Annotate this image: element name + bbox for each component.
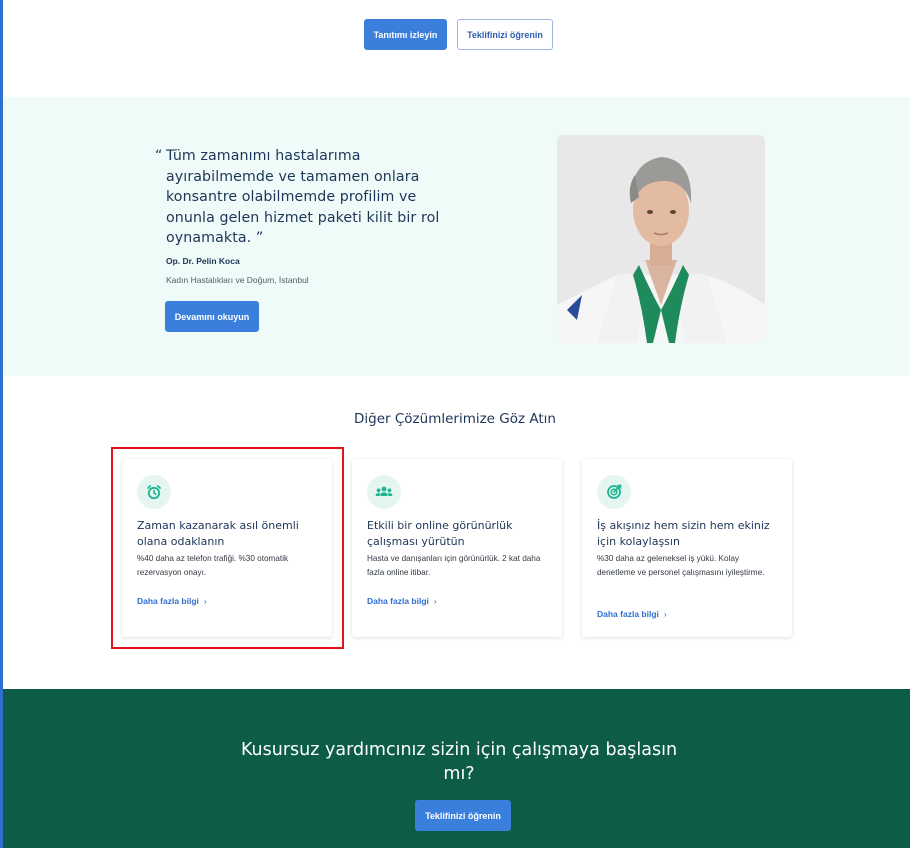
solution-card-description: %30 daha az geleneksel iş yükü. Kolay de… [597, 554, 765, 578]
cta-title: Kusursuz yardımcınız sizin için çalışmay… [240, 740, 678, 784]
page-left-border [0, 0, 3, 848]
author-title: Kadın Hastalıkları ve Doğum, İstanbul [166, 275, 309, 285]
learn-more-label: Daha fazla bilgi [137, 596, 199, 606]
target-arrow-icon [597, 475, 631, 509]
learn-more-link-visibility[interactable]: Daha fazla bilgi › [367, 596, 437, 606]
chevron-right-icon: › [203, 596, 207, 606]
people-group-icon [367, 475, 401, 509]
author-name: Op. Dr. Pelin Koca [166, 256, 240, 266]
solution-card-description: Hasta ve danışanları için görünürlük. 2 … [367, 554, 541, 578]
chevron-right-icon: › [663, 609, 667, 619]
cta-section: Kusursuz yardımcınız sizin için çalışmay… [0, 689, 910, 848]
doctor-portrait-illustration [557, 135, 765, 343]
learn-more-label: Daha fazla bilgi [367, 596, 429, 606]
quote-body: Tüm zamanımı hastalarıma ayırabilmemde v… [166, 148, 440, 246]
read-more-button[interactable]: Devamını okuyun [165, 301, 259, 332]
solution-card-time: Zaman kazanarak asıl önemli olana odakla… [122, 459, 332, 637]
testimonial-section: “ Tüm zamanımı hastalarıma ayırabilmemde… [0, 97, 910, 376]
learn-more-link-time[interactable]: Daha fazla bilgi › [137, 596, 207, 606]
solution-card-title: Etkili bir online görünürlük çalışması y… [367, 519, 513, 548]
solution-card-description: %40 daha az telefon trafiği. %30 otomati… [137, 554, 289, 578]
solution-card-workflow: İş akışınız hem sizin hem ekiniz için ko… [582, 459, 792, 637]
learn-offer-button[interactable]: Teklifinizi öğrenin [457, 19, 553, 50]
doctor-portrait [557, 135, 765, 343]
solution-card-title: Zaman kazanarak asıl önemli olana odakla… [137, 519, 299, 548]
cta-learn-offer-button[interactable]: Teklifinizi öğrenin [415, 800, 511, 831]
testimonial-quote: “ Tüm zamanımı hastalarıma ayırabilmemde… [155, 146, 475, 249]
alarm-clock-icon [137, 475, 171, 509]
learn-more-link-workflow[interactable]: Daha fazla bilgi › [597, 609, 667, 619]
watch-intro-button[interactable]: Tanıtımı izleyin [364, 19, 447, 50]
solutions-title: Diğer Çözümlerimize Göz Atın [354, 411, 556, 427]
chevron-right-icon: › [433, 596, 437, 606]
learn-more-label: Daha fazla bilgi [597, 609, 659, 619]
solution-card-visibility: Etkili bir online görünürlük çalışması y… [352, 459, 562, 637]
solution-card-title: İş akışınız hem sizin hem ekiniz için ko… [597, 519, 770, 548]
quote-open-mark: “ [155, 148, 163, 164]
top-actions-section: Tanıtımı izleyin Teklifinizi öğrenin [0, 0, 910, 97]
